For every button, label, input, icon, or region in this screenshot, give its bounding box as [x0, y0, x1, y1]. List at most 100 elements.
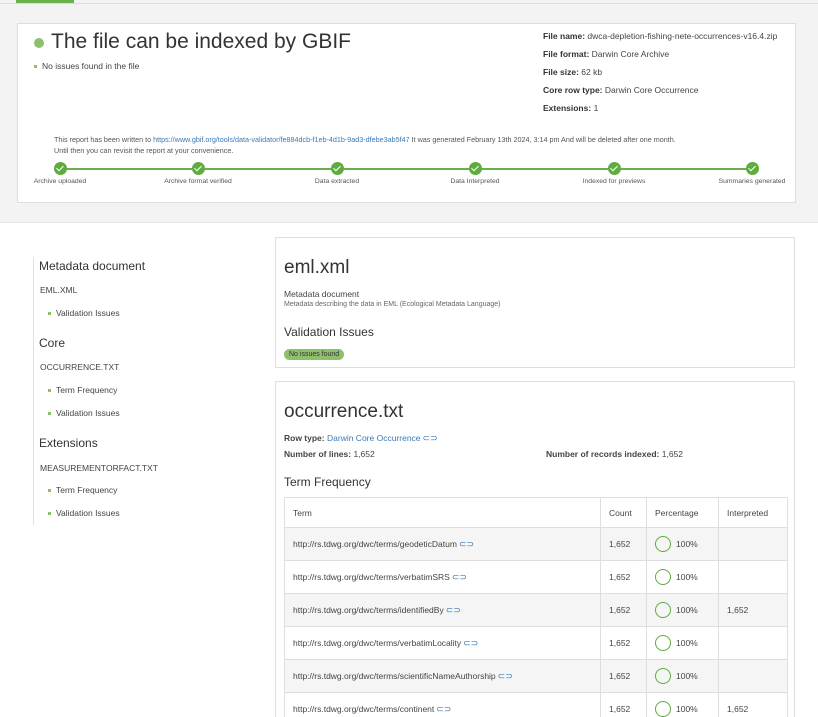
occurrence-card: occurrence.txt Row type: Darwin Core Occ…	[275, 381, 795, 717]
extensions-row: Extensions: 1	[543, 103, 599, 113]
term-frequency-table: Term Count Percentage Interpreted http:/…	[284, 497, 788, 717]
check-icon	[468, 162, 482, 175]
row-type: Row type: Darwin Core Occurrence ⊂⊃	[284, 433, 438, 443]
link-icon: ⊂⊃	[463, 637, 479, 648]
status-title: The file can be indexed by GBIF	[34, 30, 351, 54]
count-cell: 1,652	[600, 560, 647, 594]
nav-item-occurrence-validation[interactable]: Validation Issues	[48, 408, 120, 418]
table-row: http://rs.tdwg.org/dwc/terms/continent ⊂⊃…	[284, 692, 788, 717]
nav-item-mof-validation[interactable]: Validation Issues	[48, 508, 120, 518]
percentage-cell: 100%	[646, 692, 719, 717]
interpreted-cell: 1,652	[718, 593, 788, 627]
nav-item-mof-term-frequency[interactable]: Term Frequency	[48, 485, 117, 495]
count-cell: 1,652	[600, 692, 647, 717]
term-cell[interactable]: http://rs.tdwg.org/dwc/terms/geodeticDat…	[284, 527, 601, 561]
link-icon: ⊂⊃	[458, 538, 475, 549]
step-summaries-generated: Summaries generated	[697, 162, 807, 185]
step-indexed-for-previews: Indexed for previews	[559, 162, 669, 185]
report-notice: This report has been written to https://…	[54, 135, 676, 155]
step-archive-format-verified: Archive format verified	[143, 162, 253, 185]
count-cell: 1,652	[600, 626, 647, 660]
term-cell[interactable]: http://rs.tdwg.org/dwc/terms/scientificN…	[284, 659, 601, 693]
link-icon: ⊂⊃	[451, 571, 467, 582]
file-size-row: File size: 62 kb	[543, 67, 603, 77]
interpreted-cell	[718, 659, 788, 693]
percentage-ring-icon	[655, 602, 671, 618]
percentage-cell: 100%	[646, 527, 719, 561]
interpreted-cell: 1,652	[718, 692, 788, 717]
nav-item-occurrence[interactable]: OCCURRENCE.TXT	[40, 362, 119, 372]
table-row: http://rs.tdwg.org/dwc/terms/geodeticDat…	[284, 527, 788, 561]
no-issues-summary: No issues found in the file	[34, 61, 139, 71]
percentage-ring-icon	[655, 569, 671, 585]
link-icon: ⊂⊃	[422, 433, 438, 443]
nav-heading-core: Core	[39, 336, 66, 350]
percentage-ring-icon	[655, 635, 671, 651]
status-title-text: The file can be indexed by GBIF	[51, 30, 351, 53]
count-cell: 1,652	[600, 527, 647, 561]
table-row: http://rs.tdwg.org/dwc/terms/identifiedB…	[284, 593, 788, 627]
file-name-value: dwca-depletion-fishing-nete-occurrences-…	[587, 31, 778, 41]
col-header-interpreted: Interpreted	[718, 497, 788, 528]
nav-heading-metadata: Metadata document	[39, 259, 146, 273]
nav-item-occurrence-term-frequency[interactable]: Term Frequency	[48, 385, 117, 395]
top-divider	[0, 3, 818, 4]
side-nav: Metadata document EML.XML Validation Iss…	[33, 257, 233, 525]
file-size-value: 62 kb	[581, 67, 603, 77]
bullet-icon	[48, 511, 51, 515]
core-row-type-row: Core row type: Darwin Core Occurrence	[543, 85, 699, 95]
nav-item-measurementorfact[interactable]: MEASUREMENTORFACT.TXT	[40, 463, 158, 473]
count-cell: 1,652	[600, 593, 647, 627]
link-icon: ⊂⊃	[436, 703, 452, 714]
col-header-percentage: Percentage	[646, 497, 719, 528]
eml-validation-heading: Validation Issues	[284, 325, 374, 339]
percentage-cell: 100%	[646, 593, 719, 627]
col-header-term: Term	[284, 497, 601, 528]
table-row: http://rs.tdwg.org/dwc/terms/scientificN…	[284, 659, 788, 693]
check-icon	[53, 162, 67, 175]
term-cell[interactable]: http://rs.tdwg.org/dwc/terms/verbatimSRS…	[284, 560, 601, 594]
interpreted-cell	[718, 527, 788, 561]
file-format-row: File format: Darwin Core Archive	[543, 49, 670, 59]
table-header-row: Term Count Percentage Interpreted	[284, 497, 788, 528]
step-data-interpreted: Data Interpreted	[420, 162, 530, 185]
report-link[interactable]: https://www.gbif.org/tools/data-validato…	[153, 135, 410, 144]
check-icon	[330, 162, 344, 175]
percentage-ring-icon	[655, 668, 671, 684]
no-issues-badge: No issues found	[284, 349, 345, 360]
extensions-value: 1	[593, 103, 599, 113]
row-type-link[interactable]: Darwin Core Occurrence ⊂⊃	[327, 433, 438, 443]
interpreted-cell	[718, 560, 788, 594]
file-name-row: File name: dwca-depletion-fishing-nete-o…	[543, 31, 778, 41]
nav-item-eml[interactable]: EML.XML	[40, 285, 77, 295]
bullet-icon	[48, 488, 51, 492]
count-cell: 1,652	[600, 659, 647, 693]
number-of-lines: Number of lines: 1,652	[284, 449, 375, 459]
bullet-icon	[48, 411, 51, 415]
eml-subtitle: Metadata document	[284, 289, 360, 299]
file-info: File name: dwca-depletion-fishing-nete-o…	[543, 31, 788, 121]
eml-description: Metadata describing the data in EML (Eco…	[284, 301, 501, 308]
nav-item-eml-validation[interactable]: Validation Issues	[48, 308, 120, 318]
term-cell[interactable]: http://rs.tdwg.org/dwc/terms/identifiedB…	[284, 593, 601, 627]
percentage-cell: 100%	[646, 560, 719, 594]
file-format-value: Darwin Core Archive	[591, 49, 670, 59]
nav-heading-extensions: Extensions	[39, 436, 98, 450]
core-row-type-value: Darwin Core Occurrence	[604, 85, 699, 95]
interpreted-cell	[718, 626, 788, 660]
step-archive-uploaded: Archive uploaded	[5, 162, 115, 185]
percentage-cell: 100%	[646, 659, 719, 693]
bullet-icon	[48, 388, 51, 392]
term-cell[interactable]: http://rs.tdwg.org/dwc/terms/verbatimLoc…	[284, 626, 601, 660]
no-issues-text: No issues found in the file	[42, 61, 140, 71]
check-icon	[745, 162, 759, 175]
link-icon: ⊂⊃	[445, 604, 461, 615]
link-icon: ⊂⊃	[497, 670, 513, 681]
check-icon	[191, 162, 205, 175]
percentage-ring-icon	[655, 701, 671, 717]
check-icon	[607, 162, 621, 175]
bullet-icon	[48, 311, 51, 315]
eml-card: eml.xml Metadata document Metadata descr…	[275, 237, 795, 368]
table-row: http://rs.tdwg.org/dwc/terms/verbatimLoc…	[284, 626, 788, 660]
term-cell[interactable]: http://rs.tdwg.org/dwc/terms/continent ⊂⊃	[284, 692, 601, 717]
